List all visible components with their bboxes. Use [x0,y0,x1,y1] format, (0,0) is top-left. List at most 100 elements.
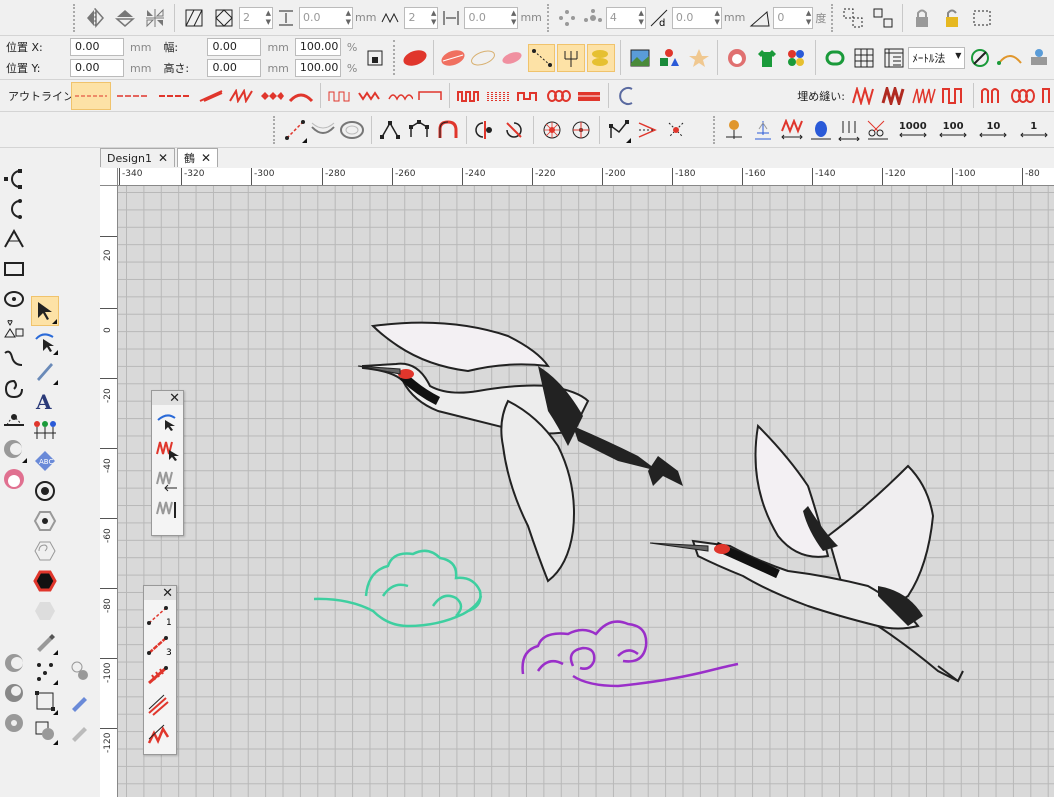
fill-zigzag-a[interactable] [850,82,878,110]
crescent-a-icon[interactable] [0,648,28,678]
needle-jump-icon[interactable] [749,116,776,144]
shapes-icon[interactable] [655,44,683,72]
cloud-teal[interactable] [313,549,483,628]
circular-array-icon[interactable] [555,6,579,30]
sequence-3-icon[interactable]: 3 [144,630,174,660]
aspect-lock-icon[interactable] [361,44,389,72]
node-edit-a-icon[interactable] [377,116,404,144]
flip-horizontal-icon[interactable] [81,4,109,32]
path-select-icon[interactable] [605,116,632,144]
leaf-outline-icon[interactable] [469,44,497,72]
satin-fill-icon[interactable] [439,44,467,72]
measure-icon[interactable] [966,44,994,72]
zigzag-back-icon[interactable] [152,465,182,495]
fill-loops[interactable] [1009,82,1037,110]
outline-square-wave[interactable] [455,82,483,110]
fill-arch[interactable] [979,82,1007,110]
tshirt-icon[interactable] [753,44,781,72]
tab-design1[interactable]: Design1 ✕ [100,148,176,167]
array-offset-c[interactable]: 0.0 ▲ ▼ [671,6,722,29]
ellipse-icon[interactable] [0,284,28,314]
blue-pen-icon[interactable] [66,686,94,716]
curve-node-icon[interactable] [434,116,461,144]
node-edit-b-icon[interactable] [405,116,432,144]
outline-moon[interactable] [614,82,642,110]
radial-array-icon[interactable] [581,6,605,30]
outline-running-dashed[interactable] [71,81,111,110]
outline-chain[interactable] [545,82,573,110]
target-fill-icon[interactable] [31,476,59,506]
lock-icon[interactable] [908,4,936,32]
sequence-arrow-icon[interactable] [144,660,174,690]
fork-stitch-icon[interactable] [557,43,585,72]
spool-icon[interactable] [807,116,834,144]
freehand-icon[interactable] [0,344,28,374]
array-count-b[interactable]: 2 ▲ ▼ [404,6,439,29]
height-field[interactable]: 0.00 [207,59,262,77]
fill-zigzag-c[interactable] [910,82,938,110]
close-icon[interactable]: ✕ [169,391,180,406]
measure-unit-select[interactable]: ﾒｰﾄﾙ法 ▼ [908,46,966,69]
fish-motif-icon[interactable] [586,43,615,72]
flip-vertical-icon[interactable] [111,4,139,32]
outline-step[interactable] [416,82,444,110]
color-palette-icon[interactable] [782,44,810,72]
outline-satin[interactable] [227,82,255,110]
pen-icon[interactable] [31,626,59,656]
abc-badge-icon[interactable]: ABC [31,446,59,476]
outline-band[interactable] [575,82,603,110]
array-count-c[interactable]: 4 ▲ ▼ [605,6,646,29]
split-shape-icon[interactable] [472,116,499,144]
zigzag-select-icon[interactable] [152,435,182,465]
knife-icon[interactable] [31,356,59,386]
combine-shapes-icon[interactable] [31,716,59,746]
applique-icon[interactable] [723,44,751,72]
fill-square[interactable] [940,82,968,110]
spacing-pattern-icon[interactable] [379,6,403,30]
lock-all-icon[interactable] [968,4,996,32]
spiral-icon[interactable] [0,374,28,404]
outline-candlewick[interactable] [257,82,285,110]
angle-icon[interactable] [748,6,772,30]
skew-icon[interactable] [180,4,208,32]
fill-zigzag-b[interactable] [880,82,908,110]
hexagon-nut-icon[interactable] [31,506,59,536]
outline-feather[interactable] [287,82,315,110]
cloud-purple[interactable] [521,620,739,688]
flower-stitch-icon[interactable] [721,116,748,144]
width-pct-field[interactable]: 100.00 [294,38,341,56]
hexagon-light-icon[interactable] [31,596,59,626]
embroidery-machine-icon[interactable] [0,404,28,434]
crane-left[interactable] [357,321,683,583]
star-motif-icon[interactable] [685,44,713,72]
height-pct-field[interactable]: 100.00 [294,59,341,77]
sequence-zigzag-icon[interactable] [144,720,174,750]
crane-right[interactable] [649,423,964,683]
node-select-icon[interactable] [31,326,59,356]
bezier-closed-icon[interactable] [0,194,28,224]
trim-scissors-icon[interactable] [865,116,892,144]
array-count-a[interactable]: 2 ▲ ▼ [239,6,273,29]
radial-fill-b-icon[interactable] [567,116,594,144]
sequence-double-icon[interactable] [144,690,174,720]
select-arrow-icon[interactable] [31,296,59,326]
curve-select-icon[interactable] [152,405,182,435]
hoop-icon[interactable] [821,44,849,72]
distance-icon[interactable]: d [647,6,671,30]
close-icon[interactable]: ✕ [201,151,211,165]
rotate-frame-icon[interactable] [210,4,238,32]
gray-pen-icon[interactable] [66,716,94,746]
group-icon[interactable] [839,4,867,32]
tab-crane[interactable]: 鶴 ✕ [177,148,219,167]
jump-10-button[interactable]: 10 [974,116,1012,144]
array-offset-a[interactable]: 0.0 ▲ ▼ [299,6,353,29]
outline-e-stitch[interactable] [356,82,384,110]
outline-triple[interactable] [155,82,195,110]
outline-zigzag-thin[interactable] [197,82,225,110]
array-angle[interactable]: 0 ▲ ▼ [773,6,814,29]
jump-1000-button[interactable]: 1000 [894,116,932,144]
line-edit-icon[interactable] [281,116,308,144]
arc-smile-icon[interactable] [310,116,337,144]
outline-castle[interactable] [515,82,543,110]
jump-100-button[interactable]: 100 [934,116,972,144]
